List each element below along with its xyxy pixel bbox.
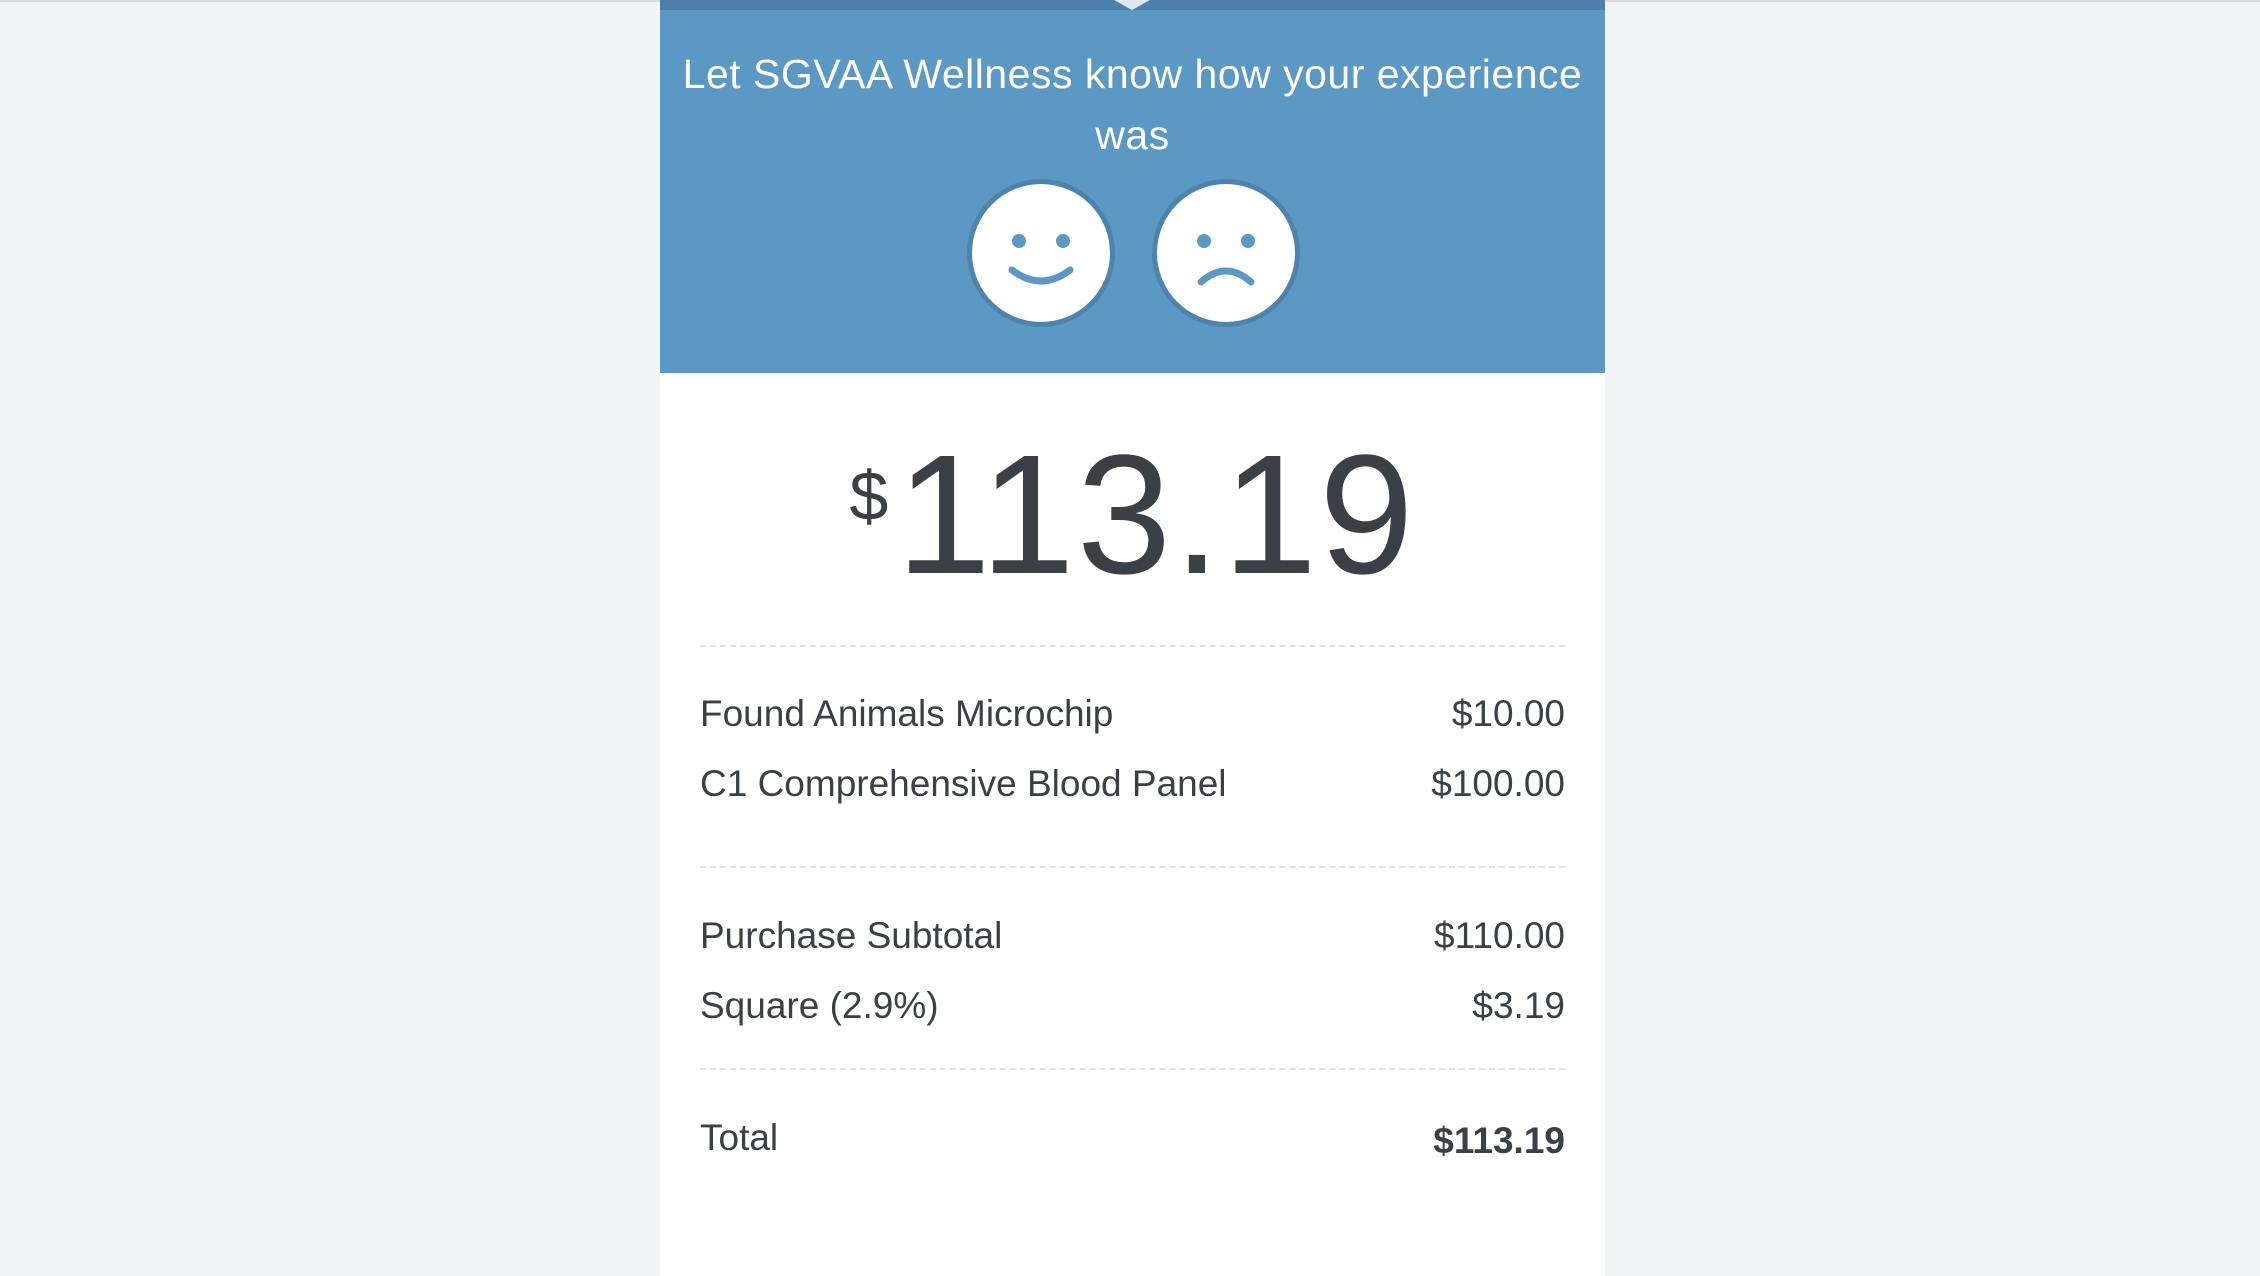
total-amount-display: $113.19 bbox=[660, 430, 1605, 600]
positive-feedback-button[interactable] bbox=[972, 184, 1110, 322]
frown-face-icon bbox=[1197, 234, 1255, 286]
divider bbox=[700, 645, 1565, 647]
amount-value: 113.19 bbox=[896, 420, 1416, 610]
receipt-card: Let SGVAA Wellness know how your experie… bbox=[660, 0, 1605, 1276]
line-item-name: Found Animals Microchip bbox=[700, 693, 1114, 734]
line-item-price: $10.00 bbox=[1451, 693, 1565, 734]
line-item: C1 Comprehensive Blood Panel $100.00 bbox=[700, 759, 1565, 809]
feedback-notch bbox=[1114, 0, 1150, 10]
feedback-prompt: Let SGVAA Wellness know how your experie… bbox=[682, 51, 1583, 158]
subtotal-row: Purchase Subtotal $110.00 bbox=[700, 911, 1565, 961]
fee-value: $3.19 bbox=[1472, 985, 1565, 1026]
fee-row: Square (2.9%) $3.19 bbox=[700, 981, 1565, 1031]
negative-feedback-button[interactable] bbox=[1157, 184, 1295, 322]
line-item-name: C1 Comprehensive Blood Panel bbox=[700, 763, 1227, 804]
currency-symbol: $ bbox=[849, 457, 889, 535]
line-item: Found Animals Microchip $10.00 bbox=[700, 689, 1565, 739]
subtotal-value: $110.00 bbox=[1434, 915, 1565, 956]
smiley-face-icon bbox=[1008, 234, 1074, 285]
feedback-banner: Let SGVAA Wellness know how your experie… bbox=[660, 0, 1605, 373]
divider bbox=[700, 866, 1565, 868]
total-row: Total $113.19 bbox=[700, 1113, 1565, 1163]
total-value: $113.19 bbox=[1433, 1120, 1565, 1161]
divider bbox=[700, 1068, 1565, 1070]
total-label: Total bbox=[700, 1117, 779, 1158]
subtotal-label: Purchase Subtotal bbox=[700, 915, 1003, 956]
line-item-price: $100.00 bbox=[1431, 763, 1565, 804]
fee-label: Square (2.9%) bbox=[700, 985, 939, 1026]
